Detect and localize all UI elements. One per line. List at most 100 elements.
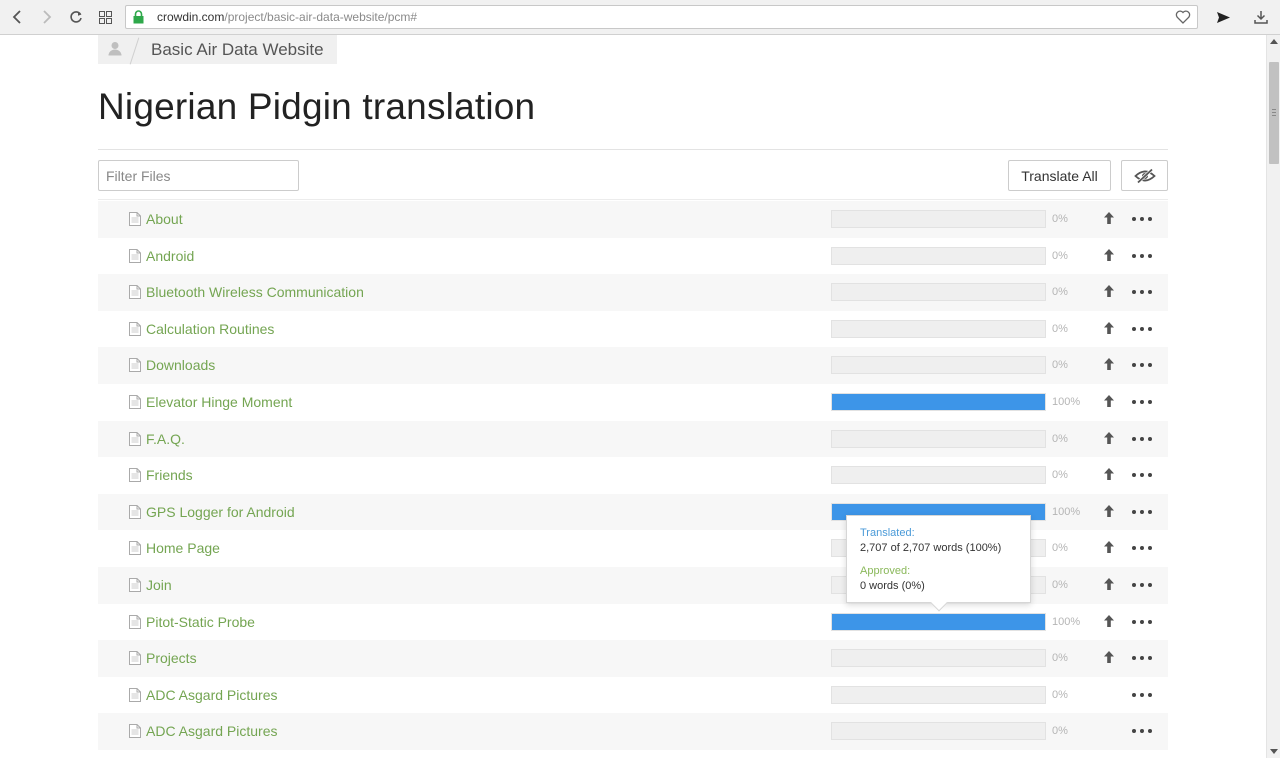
forward-arrow-icon bbox=[43, 10, 52, 24]
upload-arrow-icon[interactable] bbox=[1103, 248, 1115, 262]
translation-progress-bar[interactable] bbox=[831, 649, 1046, 668]
dot bbox=[1132, 290, 1136, 295]
more-options-button[interactable] bbox=[1132, 504, 1152, 520]
more-options-button[interactable] bbox=[1132, 211, 1152, 227]
progress-percent: 0% bbox=[1052, 359, 1068, 372]
progress-percent: 0% bbox=[1052, 249, 1068, 262]
translation-progress-bar[interactable] bbox=[831, 246, 1046, 265]
translation-progress-bar[interactable] bbox=[831, 319, 1046, 338]
translation-progress-bar[interactable] bbox=[831, 283, 1046, 302]
more-options-button[interactable] bbox=[1132, 431, 1152, 447]
more-options-button[interactable] bbox=[1132, 248, 1152, 264]
upload-arrow-icon[interactable] bbox=[1103, 321, 1115, 335]
more-options-button[interactable] bbox=[1132, 467, 1152, 483]
file-row: Pitot-Static Probe 100% bbox=[98, 604, 1168, 641]
file-name-link[interactable]: Calculation Routines bbox=[146, 321, 274, 337]
progress-fill bbox=[832, 393, 1045, 410]
dot bbox=[1132, 217, 1136, 221]
upload-arrow-icon[interactable] bbox=[1103, 284, 1115, 298]
flow-button[interactable] bbox=[1213, 7, 1233, 27]
file-document-icon bbox=[129, 614, 141, 629]
file-name-link[interactable]: Downloads bbox=[146, 357, 215, 373]
upload-arrow-icon[interactable] bbox=[1103, 614, 1115, 628]
file-name-link[interactable]: Projects bbox=[146, 650, 197, 666]
file-name-link[interactable]: Home Page bbox=[146, 540, 220, 556]
reload-button[interactable] bbox=[66, 7, 86, 27]
file-name-link[interactable]: Friends bbox=[146, 467, 193, 483]
file-name-link[interactable]: Join bbox=[146, 577, 172, 593]
more-options-button[interactable] bbox=[1132, 577, 1152, 593]
file-document-icon bbox=[129, 394, 141, 409]
translation-progress-bar[interactable] bbox=[831, 392, 1046, 411]
translation-progress-bar[interactable] bbox=[831, 612, 1046, 631]
dot bbox=[1148, 217, 1152, 221]
file-name-link[interactable]: Pitot-Static Probe bbox=[146, 614, 255, 630]
page-title: Nigerian Pidgin translation bbox=[98, 86, 536, 127]
dot bbox=[1148, 436, 1152, 441]
dot bbox=[1148, 290, 1152, 295]
upload-arrow-icon[interactable] bbox=[1103, 577, 1115, 591]
more-options-button[interactable] bbox=[1132, 614, 1152, 630]
dot bbox=[1140, 582, 1144, 587]
more-options-button[interactable] bbox=[1132, 723, 1152, 739]
dot bbox=[1140, 692, 1144, 697]
progress-percent: 0% bbox=[1052, 213, 1068, 225]
translate-all-button[interactable]: Translate All bbox=[1008, 160, 1111, 191]
file-row: Elevator Hinge Moment 100% bbox=[98, 384, 1168, 421]
file-document-icon bbox=[129, 468, 141, 483]
page-scrollbar[interactable] bbox=[1266, 35, 1280, 758]
translation-progress-bar[interactable] bbox=[831, 210, 1046, 228]
breadcrumb-project-link[interactable]: Basic Air Data Website bbox=[151, 40, 324, 60]
dot bbox=[1140, 729, 1144, 734]
more-options-button[interactable] bbox=[1132, 540, 1152, 556]
dot bbox=[1140, 363, 1144, 368]
file-name-link[interactable]: Android bbox=[146, 248, 194, 264]
more-options-button[interactable] bbox=[1132, 321, 1152, 337]
more-options-button[interactable] bbox=[1132, 687, 1152, 703]
hide-completed-button[interactable] bbox=[1121, 160, 1168, 191]
more-options-button[interactable] bbox=[1132, 650, 1152, 666]
file-name-link[interactable]: Bluetooth Wireless Communication bbox=[146, 284, 364, 300]
address-bar[interactable]: crowdin.com/project/basic-air-data-websi… bbox=[125, 5, 1198, 29]
upload-arrow-icon[interactable] bbox=[1103, 431, 1115, 445]
more-options-button[interactable] bbox=[1132, 284, 1152, 300]
scrollbar-thumb[interactable] bbox=[1269, 62, 1279, 164]
speed-dial-button[interactable] bbox=[95, 7, 115, 27]
upload-arrow-icon[interactable] bbox=[1103, 650, 1115, 664]
file-row: Android 0% bbox=[98, 238, 1168, 275]
upload-arrow-icon[interactable] bbox=[1103, 394, 1115, 408]
bookmark-heart-icon[interactable] bbox=[1175, 9, 1191, 25]
translation-progress-bar[interactable] bbox=[831, 429, 1046, 448]
filter-files-input[interactable] bbox=[98, 160, 299, 191]
dot bbox=[1140, 399, 1144, 404]
translation-progress-bar[interactable] bbox=[831, 722, 1046, 741]
translation-progress-bar[interactable] bbox=[831, 466, 1046, 485]
upload-arrow-icon[interactable] bbox=[1103, 504, 1115, 518]
file-name-link[interactable]: ADC Asgard Pictures bbox=[146, 687, 278, 703]
file-row: F.A.Q. 0% bbox=[98, 420, 1168, 458]
thumb-grip-line bbox=[1272, 109, 1276, 110]
file-name-link[interactable]: About bbox=[146, 211, 183, 227]
user-avatar-icon[interactable] bbox=[108, 41, 122, 56]
file-name-link[interactable]: ADC Asgard Pictures bbox=[146, 723, 278, 739]
upload-arrow-icon[interactable] bbox=[1103, 540, 1115, 554]
more-options-button[interactable] bbox=[1132, 357, 1152, 373]
progress-percent: 0% bbox=[1052, 469, 1068, 482]
upload-arrow-icon[interactable] bbox=[1103, 357, 1115, 371]
upload-arrow-icon[interactable] bbox=[1103, 211, 1115, 225]
file-name-link[interactable]: GPS Logger for Android bbox=[146, 504, 295, 520]
file-name-link[interactable]: F.A.Q. bbox=[146, 431, 185, 447]
more-options-button[interactable] bbox=[1132, 394, 1152, 410]
translation-progress-bar[interactable] bbox=[831, 685, 1046, 704]
file-row: About 0% bbox=[98, 201, 1168, 238]
downloads-button[interactable] bbox=[1251, 7, 1271, 27]
back-button[interactable] bbox=[8, 7, 28, 27]
scroll-down-arrow-icon[interactable] bbox=[1270, 749, 1278, 755]
grid-icon bbox=[98, 10, 112, 24]
scroll-up-arrow-icon[interactable] bbox=[1270, 38, 1278, 44]
translation-progress-bar[interactable] bbox=[831, 356, 1046, 375]
upload-arrow-icon[interactable] bbox=[1103, 467, 1115, 481]
file-name-link[interactable]: Elevator Hinge Moment bbox=[146, 394, 292, 410]
thumb-grip-line bbox=[1272, 115, 1276, 116]
forward-button[interactable] bbox=[36, 7, 56, 27]
